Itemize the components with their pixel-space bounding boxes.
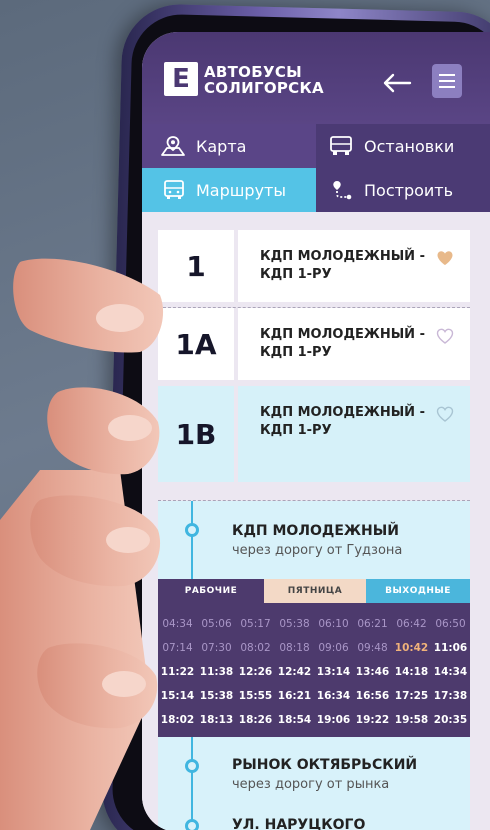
timetable-row: 07:14 07:30 08:02 08:18 09:06 09:48 10:42 11:06 (158, 637, 470, 659)
app-screen: Е АВТОБУСЫ СОЛИГОРСКА Карта Остановки Ма… (142, 32, 490, 830)
hamburger-icon (439, 74, 455, 76)
nav-stops[interactable]: Остановки (316, 124, 490, 168)
departure-time: 12:26 (238, 666, 273, 678)
departure-time: 16:21 (277, 690, 312, 702)
route-card[interactable]: 1 КДП МОЛОДЕЖНЫЙ - КДП 1-РУ (158, 230, 470, 302)
bus-icon (330, 136, 352, 155)
departure-time: 07:14 (162, 642, 193, 654)
schedule-tabs: РАБОЧИЕ ПЯТНИЦА ВЫХОДНЫЕ (158, 579, 470, 603)
menu-button[interactable] (432, 64, 462, 98)
route-card[interactable]: 1А КДП МОЛОДЕЖНЫЙ - КДП 1-РУ (158, 308, 470, 380)
heart-icon[interactable] (436, 328, 454, 344)
departure-time: 11:38 (199, 666, 234, 678)
departure-time: 07:30 (201, 642, 232, 654)
route-number: 1В (158, 386, 234, 482)
departure-time: 18:13 (199, 714, 234, 726)
timetable-row: 11:22 11:38 12:26 12:42 13:14 13:46 14:18 14:34 (158, 661, 470, 683)
app-title: АВТОБУСЫ СОЛИГОРСКА (204, 64, 374, 96)
app-title-line1: АВТОБУСЫ (204, 63, 302, 81)
heart-icon[interactable] (436, 406, 454, 422)
stop-marker (185, 819, 199, 830)
departure-time: 17:25 (394, 690, 429, 702)
departure-time: 17:38 (433, 690, 468, 702)
route-card-active[interactable]: 1В КДП МОЛОДЕЖНЫЙ - КДП 1-РУ (158, 386, 470, 482)
departure-time: 16:56 (355, 690, 390, 702)
departure-time: 15:38 (199, 690, 234, 702)
departure-time: 06:21 (357, 618, 388, 630)
departure-time: 18:02 (160, 714, 195, 726)
departure-time: 14:18 (394, 666, 429, 678)
departure-time: 18:54 (277, 714, 312, 726)
nav-stops-label: Остановки (364, 136, 455, 156)
departure-time: 14:34 (433, 666, 468, 678)
departure-time: 11:06 (433, 642, 468, 654)
timetable-row: 18:02 18:13 18:26 18:54 19:06 19:22 19:58 20:35 (158, 709, 470, 731)
departure-time: 04:34 (162, 618, 193, 630)
departure-time: 15:55 (238, 690, 273, 702)
departure-time: 13:14 (316, 666, 351, 678)
departure-time: 19:22 (355, 714, 390, 726)
route-number: 1А (158, 308, 234, 380)
departure-time: 19:06 (316, 714, 351, 726)
departure-time: 18:26 (238, 714, 273, 726)
stop-name[interactable]: КДП МОЛОДЕЖНЫЙ (232, 523, 399, 539)
main-nav: Карта Остановки Маршруты Построить (142, 124, 490, 212)
departure-time: 09:48 (357, 642, 388, 654)
heart-icon[interactable] (436, 250, 454, 266)
stop-marker (185, 523, 199, 537)
nav-routes[interactable]: Маршруты (142, 168, 316, 212)
nav-build-label: Построить (364, 180, 454, 200)
stop-name[interactable]: УЛ. НАРУЦКОГО (232, 817, 365, 830)
stop-name[interactable]: РЫНОК ОКТЯБРЬСКИЙ (232, 757, 417, 773)
departure-time: 08:02 (240, 642, 271, 654)
departure-time: 08:18 (279, 642, 310, 654)
departure-time: 10:42 (394, 642, 429, 654)
app-logo: Е (164, 62, 198, 96)
departure-time: 13:46 (355, 666, 390, 678)
departure-time: 05:38 (279, 618, 310, 630)
app-header: Е АВТОБУСЫ СОЛИГОРСКА (142, 32, 490, 124)
route-name: КДП МОЛОДЕЖНЫЙ - КДП 1-РУ (238, 230, 470, 302)
departure-time: 06:10 (318, 618, 349, 630)
tab-friday[interactable]: ПЯТНИЦА (264, 579, 366, 603)
logo-glyph: Е (172, 64, 190, 94)
route-list: 1 КДП МОЛОДЕЖНЫЙ - КДП 1-РУ 1А КДП МОЛОД… (142, 212, 490, 830)
departure-time: 06:42 (396, 618, 427, 630)
departure-time: 11:22 (160, 666, 195, 678)
tab-weekend[interactable]: ВЫХОДНЫЕ (366, 579, 470, 603)
timetable: 04:34 05:06 05:17 05:38 06:10 06:21 06:42 06:50… (158, 603, 470, 737)
departure-time: 12:42 (277, 666, 312, 678)
route-details: КДП МОЛОДЕЖНЫЙ через дорогу от Гудзона Р… (158, 501, 470, 830)
nav-build[interactable]: Построить (316, 168, 490, 212)
departure-time: 09:06 (318, 642, 349, 654)
route-build-icon (333, 181, 352, 200)
arrow-left-icon[interactable] (382, 72, 412, 94)
tab-weekday[interactable]: РАБОЧИЕ (158, 579, 264, 603)
stop-description: через дорогу от Гудзона (232, 543, 403, 558)
stop-marker (185, 759, 199, 773)
nav-map-label: Карта (196, 136, 247, 156)
timetable-row: 04:34 05:06 05:17 05:38 06:10 06:21 06:42 06:50 (158, 613, 470, 635)
route-name: КДП МОЛОДЕЖНЫЙ - КДП 1-РУ (238, 308, 470, 380)
nav-routes-label: Маршруты (196, 180, 286, 200)
departure-time: 20:35 (433, 714, 468, 726)
departure-time: 05:17 (240, 618, 271, 630)
route-name: КДП МОЛОДЕЖНЫЙ - КДП 1-РУ (238, 386, 470, 482)
route-number: 1 (158, 230, 234, 302)
departure-time: 06:50 (435, 618, 466, 630)
departure-time: 15:14 (160, 690, 195, 702)
departure-time: 16:34 (316, 690, 351, 702)
bus-front-icon (164, 180, 184, 199)
stop-description: через дорогу от рынка (232, 777, 390, 792)
timetable-row: 15:14 15:38 15:55 16:21 16:34 16:56 17:25 17:38 (158, 685, 470, 707)
map-pin-icon (161, 136, 185, 156)
nav-map[interactable]: Карта (142, 124, 316, 168)
departure-time: 05:06 (201, 618, 232, 630)
departure-time: 19:58 (394, 714, 429, 726)
app-title-line2: СОЛИГОРСКА (204, 79, 324, 97)
